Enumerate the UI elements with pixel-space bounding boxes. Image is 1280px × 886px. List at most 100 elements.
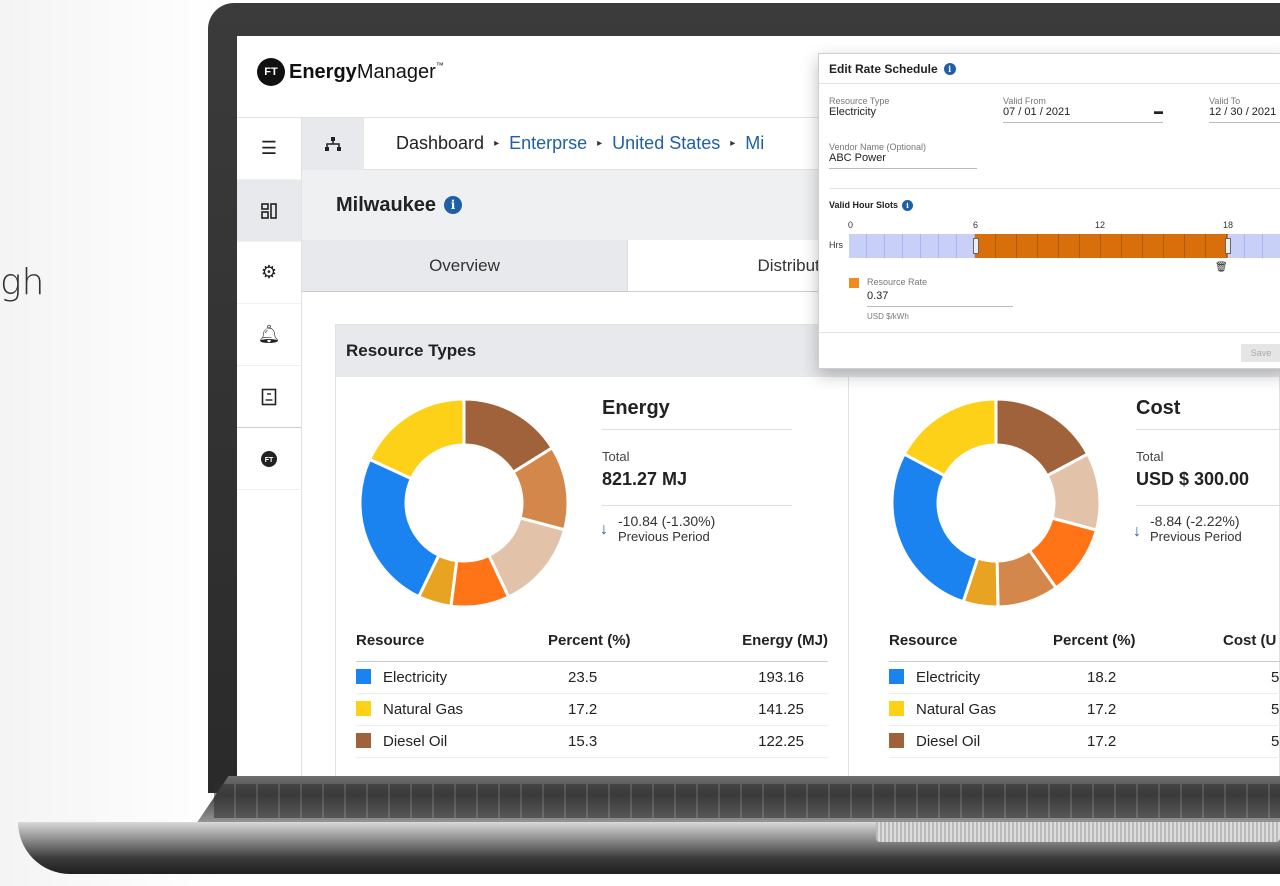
value-cell: 55.3 bbox=[1223, 725, 1280, 758]
bell-icon[interactable]: 🔔︎ bbox=[237, 304, 301, 366]
donut-slice[interactable] bbox=[358, 457, 441, 599]
logo-text-rest: Manager bbox=[356, 60, 436, 83]
hour-tick: 6 bbox=[973, 220, 979, 230]
vendor-name-field[interactable]: Vendor Name (Optional) ABC Power bbox=[829, 142, 977, 169]
field-value: 07 / 01 / 2021 ▬ bbox=[1003, 106, 1163, 123]
tab-overview[interactable]: Overview bbox=[302, 240, 628, 291]
range-start-handle[interactable] bbox=[973, 238, 979, 254]
dialog-footer-divider bbox=[819, 332, 1280, 333]
cost-donut-chart bbox=[890, 397, 1102, 609]
table-row[interactable]: Natural Gas 17.2 55.3 bbox=[889, 693, 1280, 726]
field-value: ABC Power bbox=[829, 152, 977, 169]
valid-hour-slots-title: Valid Hour Slots i bbox=[829, 200, 914, 211]
field-label: Resource Type bbox=[829, 96, 890, 106]
breadcrumb-dashboard[interactable]: Dashboard bbox=[396, 133, 484, 154]
field-label: Vendor Name (Optional) bbox=[829, 142, 927, 152]
settings-icon[interactable]: ⚙ bbox=[237, 242, 301, 304]
donut-slice[interactable] bbox=[890, 452, 980, 604]
info-icon[interactable]: i bbox=[902, 200, 914, 211]
table-row[interactable]: Natural Gas 17.2 141.25 bbox=[356, 693, 828, 726]
ft-icon[interactable]: FT bbox=[237, 428, 301, 490]
column-header: Percent (%) bbox=[548, 631, 708, 662]
save-button[interactable]: Save bbox=[1241, 344, 1280, 362]
valid-from-value: 07 / 01 / 2021 bbox=[1003, 106, 1071, 118]
breadcrumb-separator: ▸ bbox=[730, 138, 736, 149]
selected-hour-range[interactable] bbox=[975, 234, 1228, 258]
breadcrumb-enterprise[interactable]: Enterprse bbox=[509, 133, 587, 154]
table-header-row: Resource Percent (%) Cost (U bbox=[889, 631, 1280, 662]
table-row[interactable]: Electricity 23.5 193.16 bbox=[356, 661, 828, 694]
hour-tick: 0 bbox=[848, 220, 854, 230]
resource-cell: Diesel Oil bbox=[889, 725, 1053, 758]
menu-icon[interactable]: ☰ bbox=[237, 118, 301, 180]
dashboard-icon[interactable] bbox=[237, 180, 301, 242]
color-swatch bbox=[889, 668, 904, 684]
color-swatch bbox=[356, 732, 371, 748]
energy-title: Energy bbox=[602, 397, 670, 419]
resource-rate-swatch bbox=[849, 278, 859, 288]
report-icon[interactable] bbox=[237, 366, 301, 428]
hierarchy-icon[interactable] bbox=[302, 117, 364, 170]
logo-text-bold: Energy bbox=[289, 60, 357, 83]
column-header: Percent (%) bbox=[1053, 631, 1223, 662]
cost-delta: -8.84 (-2.22%) Previous Period bbox=[1150, 513, 1242, 544]
resource-cell: Natural Gas bbox=[889, 693, 1053, 726]
value-cell: 193.16 bbox=[708, 661, 828, 694]
resource-types-panel: Resource Types Energy Total 821.27 MJ ↓ … bbox=[335, 324, 1280, 776]
resource-cell: Diesel Oil bbox=[356, 725, 548, 758]
color-swatch bbox=[889, 700, 904, 716]
calendar-icon[interactable]: ▬ bbox=[1154, 106, 1163, 116]
info-icon[interactable]: i bbox=[943, 62, 956, 75]
color-swatch bbox=[356, 668, 371, 684]
resource-cell: Electricity bbox=[889, 661, 1053, 694]
laptop-vent bbox=[876, 822, 1280, 842]
percent-cell: 23.5 bbox=[548, 661, 708, 694]
percent-cell: 17.2 bbox=[1053, 725, 1223, 758]
logo-trademark: ™ bbox=[435, 60, 444, 70]
donut-slice[interactable] bbox=[367, 397, 466, 481]
valid-to-field[interactable]: Valid To 12 / 30 / 2021 bbox=[1209, 96, 1280, 123]
svg-text:FT: FT bbox=[265, 457, 274, 464]
color-swatch bbox=[356, 700, 371, 716]
breadcrumb-separator: ▸ bbox=[494, 138, 500, 149]
percent-cell: 18.2 bbox=[1053, 661, 1223, 694]
resource-name: Electricity bbox=[916, 668, 981, 686]
divider bbox=[1136, 505, 1280, 506]
valid-from-field[interactable]: Valid From 07 / 01 / 2021 ▬ bbox=[1003, 96, 1163, 123]
resource-rate-input[interactable]: 0.37 bbox=[867, 290, 1013, 307]
column-header: Resource bbox=[889, 631, 1053, 662]
app-logo[interactable]: FT EnergyManager™ bbox=[257, 58, 444, 86]
dialog-title: Edit Rate Schedule bbox=[829, 61, 938, 76]
breadcrumb-milwaukee[interactable]: Mi bbox=[745, 133, 764, 154]
table-row[interactable]: Electricity 18.2 58.5 bbox=[889, 661, 1280, 694]
energy-total-value: 821.27 MJ bbox=[602, 469, 688, 489]
resource-cell: Electricity bbox=[356, 661, 548, 694]
divider bbox=[602, 429, 792, 430]
cost-table: Resource Percent (%) Cost (U Electricity… bbox=[889, 631, 1280, 758]
breadcrumb-united-states[interactable]: United States bbox=[612, 133, 720, 154]
table-row[interactable]: Diesel Oil 17.2 55.3 bbox=[889, 725, 1280, 758]
breadcrumb-separator: ▸ bbox=[597, 138, 603, 149]
percent-cell: 17.2 bbox=[548, 693, 708, 726]
column-header: Cost (U bbox=[1223, 631, 1280, 662]
edit-rate-schedule-dialog: Edit Rate Schedule i Resource Type Elect… bbox=[818, 53, 1280, 369]
cost-total-label: Total bbox=[1136, 449, 1164, 464]
energy-table: Resource Percent (%) Energy (MJ) Electri… bbox=[356, 631, 828, 758]
cost-title: Cost bbox=[1136, 397, 1181, 419]
range-end-handle[interactable] bbox=[1225, 238, 1231, 254]
resource-type-field[interactable]: Resource Type Electricity bbox=[829, 96, 969, 122]
hour-tick: 12 bbox=[1095, 220, 1106, 230]
percent-cell: 17.2 bbox=[1053, 693, 1223, 726]
resource-rate-unit: USD $/kWh bbox=[867, 312, 909, 321]
page-title: Milwaukee bbox=[336, 193, 437, 216]
divider bbox=[829, 188, 1280, 189]
info-icon[interactable]: i bbox=[444, 196, 463, 214]
table-row[interactable]: Diesel Oil 15.3 122.25 bbox=[356, 725, 828, 758]
breadcrumb: Dashboard ▸ Enterprse ▸ United States ▸ … bbox=[364, 133, 764, 154]
trash-icon[interactable]: 🗑︎ bbox=[1215, 262, 1228, 273]
logo-text: EnergyManager™ bbox=[289, 61, 444, 84]
resource-name: Natural Gas bbox=[383, 700, 464, 718]
field-label: Valid From bbox=[1003, 96, 1046, 106]
logo-badge: FT bbox=[257, 58, 285, 86]
resource-name: Natural Gas bbox=[916, 700, 997, 718]
